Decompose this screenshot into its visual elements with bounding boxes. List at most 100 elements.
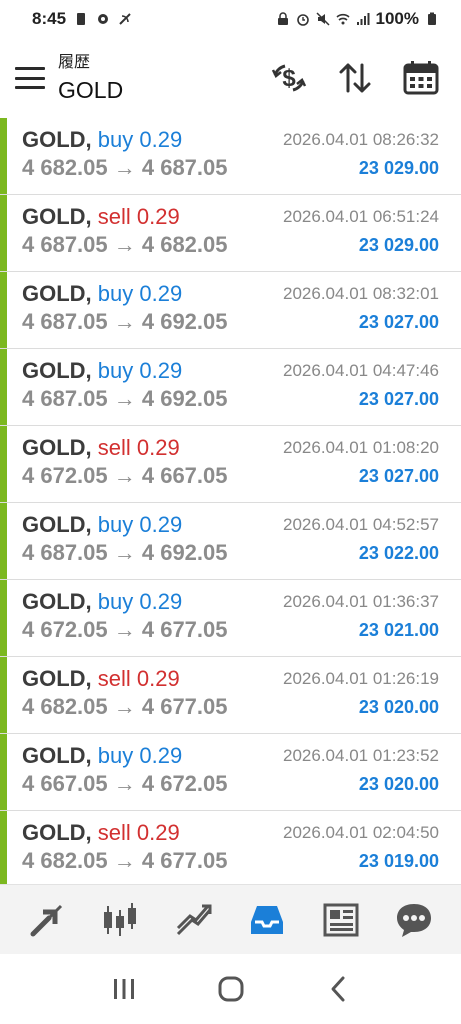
deal-time: 2026.04.01 01:26:19 xyxy=(283,669,439,688)
recent-apps-button[interactable] xyxy=(104,969,144,1009)
deal-prices: 4 687.05 → 4 692.05 xyxy=(22,386,228,411)
row-indicator-bar xyxy=(0,657,7,733)
home-icon xyxy=(218,976,243,1002)
deal-value: 23 027.00 xyxy=(358,312,439,332)
deal-row[interactable]: GOLD, buy 0.29 2026.04.01 01:36:37 4 672.0… xyxy=(0,580,461,657)
row-indicator-bar xyxy=(0,580,7,656)
deal-row[interactable]: GOLD, buy 0.29 2026.04.01 08:32:01 4 687.0… xyxy=(0,272,461,349)
trend-chart-icon xyxy=(176,904,212,935)
nav-trade[interactable] xyxy=(24,897,70,943)
deal-row[interactable]: GOLD, sell 0.29 2026.04.01 01:26:19 4 682.… xyxy=(0,657,461,734)
back-chevron-icon xyxy=(331,976,344,1002)
deal-header: GOLD, sell 0.29 xyxy=(22,435,180,461)
deal-symbol: GOLD, xyxy=(22,820,92,845)
deal-value: 23 029.00 xyxy=(358,235,439,255)
deal-row[interactable]: GOLD, buy 0.29 2026.04.01 04:47:46 4 687.0… xyxy=(0,349,461,426)
deal-value: 23 019.00 xyxy=(358,851,439,871)
row-indicator-bar xyxy=(0,811,7,884)
deal-side: sell 0.29 xyxy=(97,204,180,229)
sort-button[interactable] xyxy=(335,58,375,98)
deal-prices: 4 687.05 → 4 692.05 xyxy=(22,309,228,334)
row-indicator-bar xyxy=(0,118,7,194)
nav-trend[interactable] xyxy=(171,897,217,943)
svg-text:$: $ xyxy=(282,65,296,92)
alarm-icon xyxy=(296,14,309,26)
deal-time: 2026.04.01 04:52:57 xyxy=(283,515,439,534)
wifi-icon xyxy=(335,13,350,25)
recent-apps-icon xyxy=(113,979,134,999)
status-bar: 8:45 100% xyxy=(0,0,461,38)
menu-icon-line xyxy=(15,67,45,70)
deal-symbol: GOLD, xyxy=(22,127,92,152)
status-left: 8:45 xyxy=(32,9,132,29)
deal-value: 23 021.00 xyxy=(358,620,439,640)
deal-side: buy 0.29 xyxy=(97,127,183,152)
nav-news[interactable] xyxy=(318,897,364,943)
row-indicator-bar xyxy=(0,195,7,271)
deal-symbol: GOLD, xyxy=(22,589,92,614)
chat-bubble-icon xyxy=(397,903,432,937)
calendar-button[interactable] xyxy=(401,58,441,98)
deal-value: 23 027.00 xyxy=(358,466,439,486)
deal-value: 23 029.00 xyxy=(358,158,439,178)
signal-icon xyxy=(356,13,370,25)
row-indicator-bar xyxy=(0,272,7,348)
deal-header: GOLD, sell 0.29 xyxy=(22,204,180,230)
deal-time: 2026.04.01 02:04:50 xyxy=(283,823,439,842)
deal-time: 2026.04.01 01:08:20 xyxy=(283,438,439,457)
home-button[interactable] xyxy=(211,969,251,1009)
nav-chat[interactable] xyxy=(391,897,437,943)
deal-prices: 4 687.05 → 4 682.05 xyxy=(22,232,228,257)
sort-arrows-icon xyxy=(339,63,371,93)
row-indicator-bar xyxy=(0,426,7,502)
deal-header: GOLD, buy 0.29 xyxy=(22,127,182,153)
deal-time: 2026.04.01 01:23:52 xyxy=(283,746,439,765)
deal-side: buy 0.29 xyxy=(97,743,183,768)
deal-side: buy 0.29 xyxy=(97,358,183,383)
candlestick-chart-icon xyxy=(104,902,137,936)
deal-time: 2026.04.01 06:51:24 xyxy=(283,207,439,226)
deal-row[interactable]: GOLD, sell 0.29 2026.04.01 01:08:20 4 672.… xyxy=(0,426,461,503)
deal-row[interactable]: GOLD, sell 0.29 2026.04.01 02:04:50 4 682.… xyxy=(0,811,461,884)
deal-header: GOLD, sell 0.29 xyxy=(22,820,180,846)
deal-symbol: GOLD, xyxy=(22,666,92,691)
system-navigation xyxy=(0,954,461,1024)
app-header: 履歴 GOLD $ xyxy=(0,38,461,118)
sim-card-icon xyxy=(77,13,86,25)
deal-side: buy 0.29 xyxy=(97,589,183,614)
status-right: 100% xyxy=(276,9,439,29)
currency-exchange-button[interactable]: $ xyxy=(269,58,309,98)
menu-icon-line xyxy=(15,76,45,80)
wifi-calling-icon xyxy=(119,13,131,25)
deal-header: GOLD, buy 0.29 xyxy=(22,743,182,769)
deal-row[interactable]: GOLD, buy 0.29 2026.04.01 04:52:57 4 687.0… xyxy=(0,503,461,580)
row-indicator-bar xyxy=(0,734,7,810)
deal-side: sell 0.29 xyxy=(97,666,180,691)
deal-side: sell 0.29 xyxy=(97,820,180,845)
currency-exchange-icon: $ xyxy=(271,64,307,92)
menu-icon-line xyxy=(15,86,45,89)
header-actions: $ xyxy=(269,58,441,98)
bottom-navigation xyxy=(0,884,461,954)
status-time: 8:45 xyxy=(32,9,67,28)
title-block: 履歴 GOLD xyxy=(58,53,123,104)
deal-symbol: GOLD, xyxy=(22,204,92,229)
deal-history-list[interactable]: GOLD, buy 0.29 2026.04.01 08:26:32 4 682.0… xyxy=(0,118,461,884)
menu-button[interactable] xyxy=(15,67,45,89)
battery-icon xyxy=(428,12,436,25)
deal-time: 2026.04.01 01:36:37 xyxy=(283,592,439,611)
history-inbox-icon xyxy=(251,905,284,934)
deal-value: 23 020.00 xyxy=(358,774,439,794)
deal-row[interactable]: GOLD, sell 0.29 2026.04.01 06:51:24 4 687.… xyxy=(0,195,461,272)
back-button[interactable] xyxy=(318,969,358,1009)
deal-value: 23 020.00 xyxy=(358,697,439,717)
page-subtitle: 履歴 xyxy=(58,53,91,71)
trade-arrows-icon xyxy=(30,904,62,936)
settings-gear-icon xyxy=(98,14,109,24)
nav-chart[interactable] xyxy=(97,897,143,943)
deal-time: 2026.04.01 08:32:01 xyxy=(283,284,439,303)
deal-row[interactable]: GOLD, buy 0.29 2026.04.01 01:23:52 4 667.0… xyxy=(0,734,461,811)
row-indicator-bar xyxy=(0,349,7,425)
deal-row[interactable]: GOLD, buy 0.29 2026.04.01 08:26:32 4 682.0… xyxy=(0,118,461,195)
nav-history[interactable] xyxy=(244,897,290,943)
